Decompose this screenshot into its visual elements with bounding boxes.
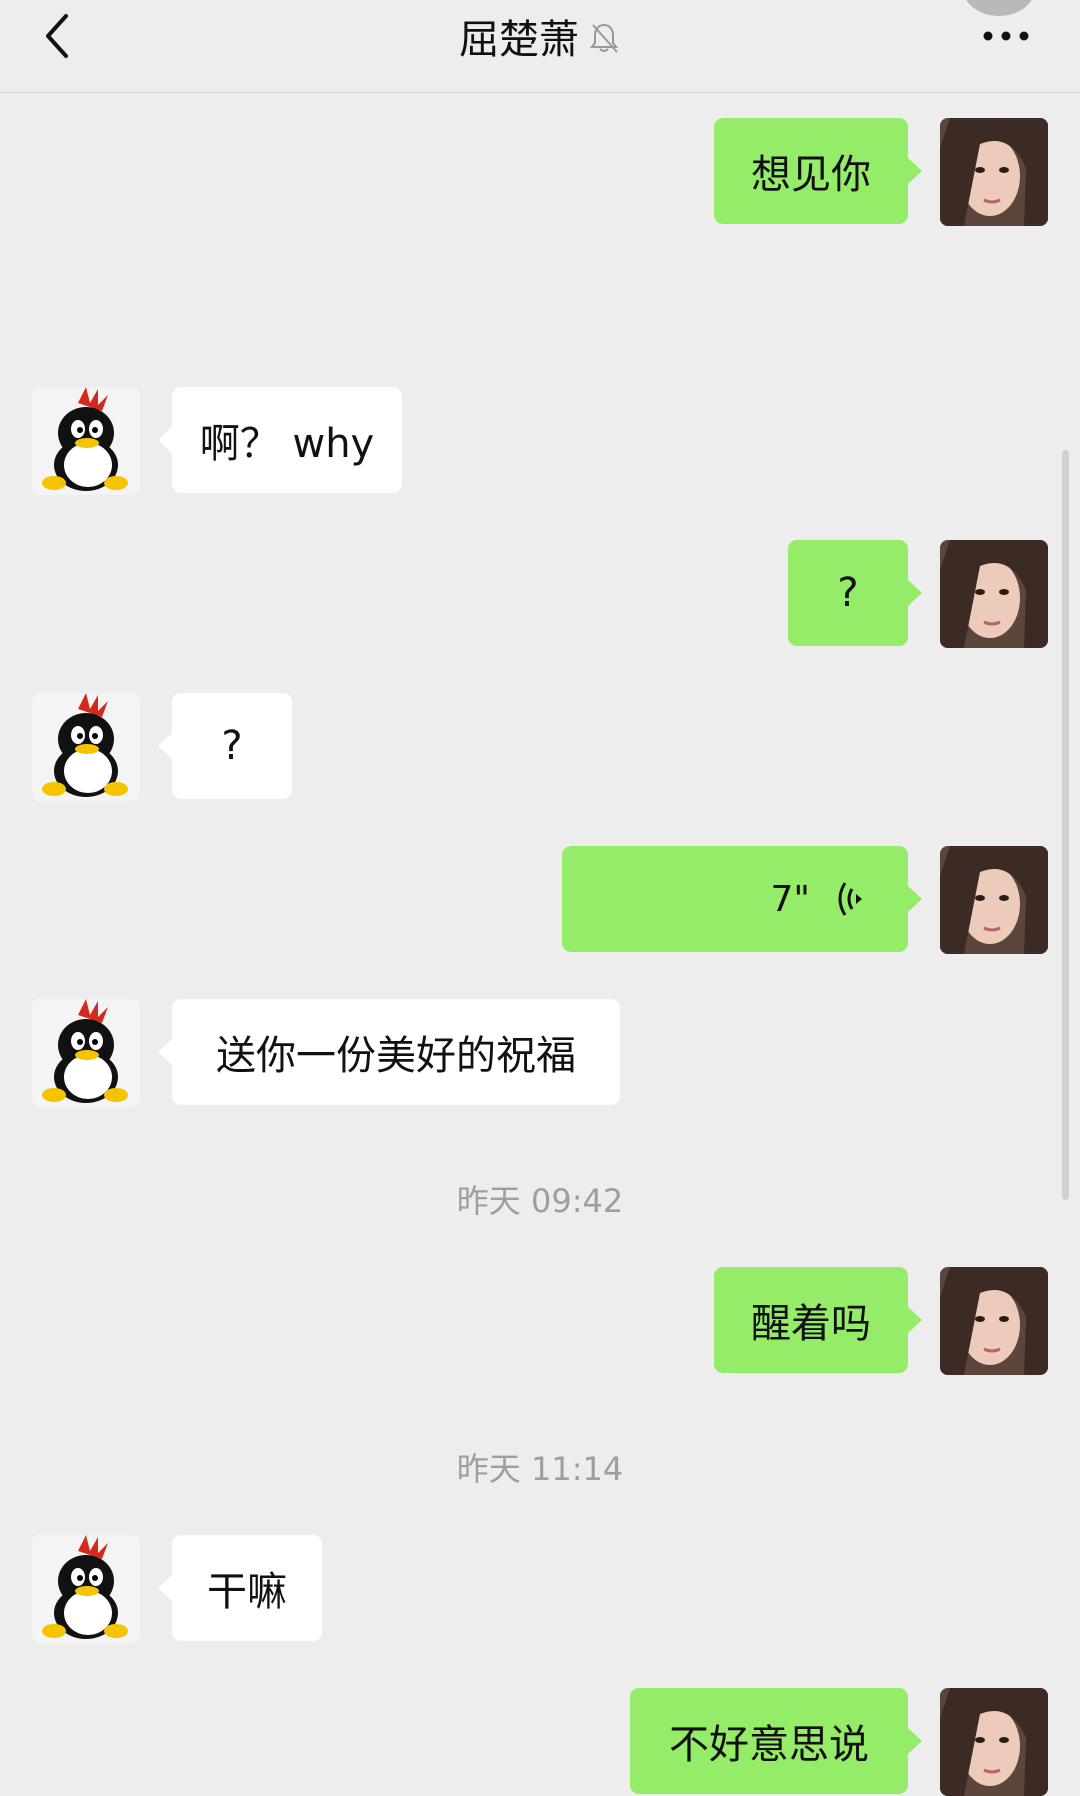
- my-avatar[interactable]: [940, 1267, 1048, 1375]
- my-avatar[interactable]: [940, 1688, 1048, 1796]
- message-bubble-sent[interactable]: 醒着吗: [714, 1267, 922, 1373]
- chat-header: 屈楚萧: [0, 0, 1080, 93]
- contact-avatar[interactable]: [32, 1535, 140, 1643]
- message-text: 送你一份美好的祝福: [216, 1033, 576, 1079]
- message-text: ?: [837, 570, 859, 616]
- message-bubble-received[interactable]: 送你一份美好的祝福: [158, 999, 620, 1105]
- voice-wave-icon: [838, 882, 862, 916]
- more-horizontal-icon[interactable]: [980, 22, 1032, 50]
- message-bubble-received[interactable]: ?: [158, 693, 292, 799]
- message-text: ?: [221, 723, 243, 769]
- timestamp: 昨天 09:42: [456, 1182, 624, 1220]
- message-text: 干嘛: [207, 1569, 287, 1615]
- bell-muted-icon: [590, 23, 618, 53]
- message-text: 不好意思说: [669, 1722, 869, 1768]
- message-bubble-received[interactable]: 啊？ why: [158, 387, 402, 493]
- contact-avatar[interactable]: [32, 387, 140, 495]
- message-bubble-sent[interactable]: 想见你: [714, 118, 922, 224]
- contact-avatar[interactable]: [32, 693, 140, 801]
- scrollbar[interactable]: [1062, 450, 1069, 1200]
- message-text: 醒着吗: [751, 1301, 871, 1347]
- contact-avatar[interactable]: [32, 999, 140, 1107]
- message-bubble-received[interactable]: 干嘛: [158, 1535, 322, 1641]
- message-bubble-sent[interactable]: 不好意思说: [630, 1688, 922, 1794]
- my-avatar[interactable]: [940, 846, 1048, 954]
- message-bubble-sent[interactable]: ?: [788, 540, 922, 646]
- my-avatar[interactable]: [940, 118, 1048, 226]
- message-text: 想见你: [751, 152, 871, 198]
- my-avatar[interactable]: [940, 540, 1048, 648]
- chat-title: 屈楚萧: [459, 17, 579, 63]
- voice-duration: 7": [770, 878, 810, 920]
- message-text: 啊？ why: [199, 421, 375, 467]
- timestamp: 昨天 11:14: [456, 1450, 624, 1488]
- voice-message-bubble[interactable]: 7": [562, 846, 922, 952]
